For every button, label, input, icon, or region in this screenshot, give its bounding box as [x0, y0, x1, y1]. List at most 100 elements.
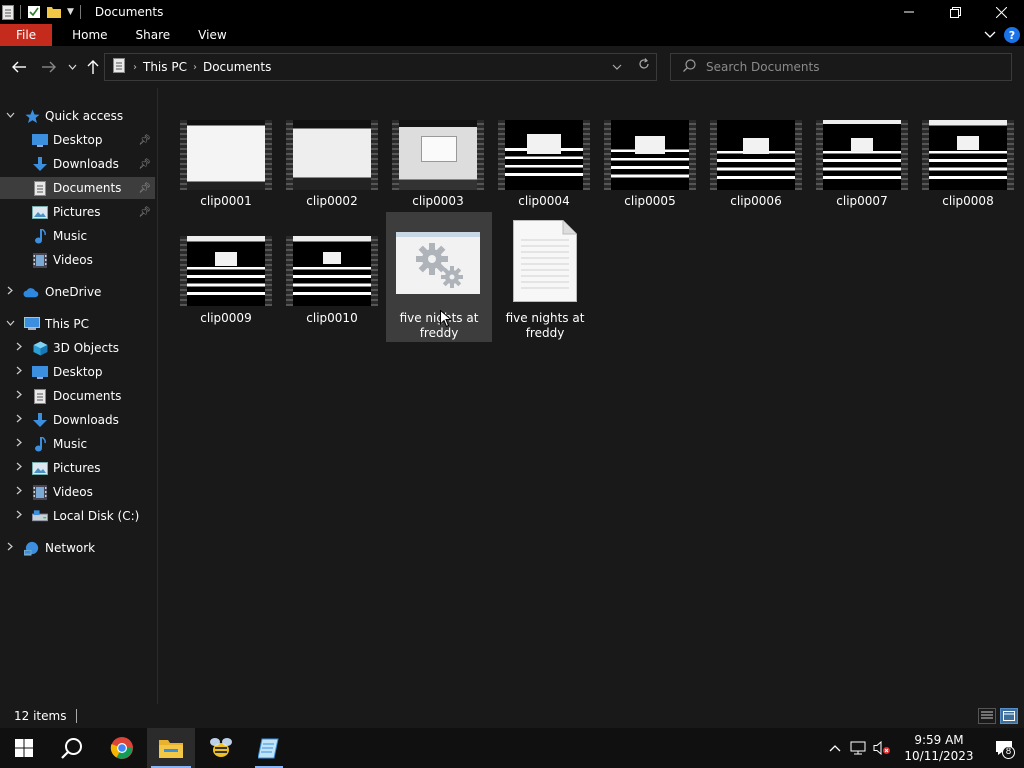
clock[interactable]: 9:59 AM 10/11/2023: [904, 732, 974, 764]
document-app-icon[interactable]: [2, 4, 14, 20]
search-taskbar-button[interactable]: [48, 728, 96, 768]
breadcrumb-chevron-icon[interactable]: ›: [193, 62, 197, 73]
file-name: five nights at freddy: [399, 311, 479, 340]
pin-icon[interactable]: 📌︎: [138, 135, 151, 146]
nav-network[interactable]: Network: [0, 537, 155, 559]
expand-chevron-icon[interactable]: [14, 342, 24, 354]
restore-button[interactable]: [932, 0, 978, 24]
expand-chevron-icon[interactable]: [5, 286, 15, 298]
chrome-icon: [110, 737, 133, 759]
large-icons-view-button[interactable]: [1000, 708, 1018, 724]
refresh-icon[interactable]: [638, 58, 650, 73]
volume-muted-icon[interactable]: [870, 741, 894, 755]
nav-quick-pictures[interactable]: Pictures 📌︎: [0, 201, 155, 223]
file-name: clip0004: [518, 194, 570, 208]
tab-view[interactable]: View: [184, 24, 240, 46]
details-view-button[interactable]: [978, 708, 996, 724]
nav-quick-desktop[interactable]: Desktop 📌︎: [0, 129, 155, 151]
file-tile-clip0003[interactable]: clip0003: [385, 114, 491, 214]
item-count: 12 items: [14, 709, 67, 723]
recent-locations-chevron-icon[interactable]: [63, 58, 81, 76]
close-button[interactable]: [978, 0, 1024, 24]
expand-chevron-icon[interactable]: [14, 462, 24, 474]
expand-chevron-icon[interactable]: [14, 486, 24, 498]
nav-pc-3d-objects[interactable]: 3D Objects: [0, 337, 155, 359]
windows-logo-icon: [15, 739, 33, 757]
file-tile-clip0008[interactable]: clip0008: [915, 114, 1021, 214]
nav-pc-desktop[interactable]: Desktop: [0, 361, 155, 383]
file-tile-clip0010[interactable]: clip0010: [279, 230, 385, 342]
file-tile-clip0006[interactable]: clip0006: [703, 114, 809, 214]
file-tile-text-document[interactable]: five nights at freddy: [492, 212, 598, 342]
search-box[interactable]: [670, 53, 1012, 81]
customize-toolbar-chevron-icon[interactable]: ▼: [67, 7, 74, 17]
download-arrow-icon: [32, 412, 48, 428]
help-icon[interactable]: ?: [1004, 27, 1020, 43]
expand-chevron-icon[interactable]: [14, 510, 24, 522]
properties-icon[interactable]: [27, 5, 41, 19]
nav-pc-documents[interactable]: Documents: [0, 385, 155, 407]
action-center-button[interactable]: 8: [984, 728, 1024, 768]
search-input[interactable]: [706, 60, 986, 74]
nav-pc-videos[interactable]: Videos: [0, 481, 155, 503]
nav-onedrive[interactable]: OneDrive: [0, 281, 155, 303]
chrome-taskbar-button[interactable]: [98, 728, 146, 768]
mouse-cursor-icon: [440, 310, 452, 328]
expand-chevron-icon[interactable]: [14, 390, 24, 402]
video-thumbnail: [604, 120, 696, 190]
nav-pc-music[interactable]: Music: [0, 433, 155, 455]
nav-quick-music[interactable]: Music: [0, 225, 155, 247]
expand-chevron-icon[interactable]: [5, 542, 15, 554]
forward-button[interactable]: [40, 58, 58, 76]
collapse-chevron-icon[interactable]: [5, 111, 15, 121]
expand-chevron-icon[interactable]: [14, 438, 24, 450]
file-tile-clip0005[interactable]: clip0005: [597, 114, 703, 214]
file-tile-clip0009[interactable]: clip0009: [173, 230, 279, 342]
minimize-button[interactable]: [886, 0, 932, 24]
nav-pc-downloads[interactable]: Downloads: [0, 409, 155, 431]
nav-quick-access[interactable]: Quick access: [0, 105, 155, 127]
documents-location-icon: [113, 58, 125, 76]
nav-pc-pictures[interactable]: Pictures: [0, 457, 155, 479]
pin-icon[interactable]: 📌︎: [138, 183, 151, 194]
expand-chevron-icon[interactable]: [14, 366, 24, 378]
file-tile-clip0002[interactable]: clip0002: [279, 114, 385, 214]
document-icon: [32, 180, 48, 196]
new-folder-icon[interactable]: [47, 6, 61, 18]
nav-quick-downloads[interactable]: Downloads 📌︎: [0, 153, 155, 175]
breadcrumb-chevron-icon[interactable]: ›: [133, 62, 137, 73]
video-thumbnail: [710, 120, 802, 190]
address-history-chevron-icon[interactable]: [612, 59, 622, 73]
file-name: clip0006: [730, 194, 782, 208]
file-explorer-taskbar-button[interactable]: [147, 728, 195, 768]
expand-ribbon-chevron-icon[interactable]: [984, 28, 996, 42]
show-hidden-icons-chevron-icon[interactable]: [824, 744, 846, 752]
nav-quick-videos[interactable]: Videos: [0, 249, 155, 271]
notepad-taskbar-button[interactable]: [245, 728, 293, 768]
tab-file[interactable]: File: [0, 24, 53, 46]
nav-quick-documents[interactable]: Documents 📌︎: [0, 177, 155, 199]
file-tile-clip0001[interactable]: clip0001: [173, 114, 279, 214]
tab-home[interactable]: Home: [58, 24, 121, 46]
file-tile-clip0007[interactable]: clip0007: [809, 114, 915, 214]
address-bar[interactable]: › This PC › Documents: [104, 53, 657, 81]
notepad-icon: [258, 738, 279, 759]
file-tile-application[interactable]: five nights at freddy: [386, 212, 492, 342]
pin-icon[interactable]: 📌︎: [138, 159, 151, 170]
expand-chevron-icon[interactable]: [14, 414, 24, 426]
up-button[interactable]: [84, 58, 102, 76]
breadcrumb-documents[interactable]: Documents: [203, 60, 271, 74]
search-icon: [683, 59, 696, 75]
tab-share[interactable]: Share: [122, 24, 185, 46]
back-button[interactable]: [10, 58, 28, 76]
network-status-icon[interactable]: [846, 741, 870, 755]
film-strip-icon: [32, 252, 48, 268]
collapse-chevron-icon[interactable]: [5, 319, 15, 329]
breadcrumb-this-pc[interactable]: This PC: [143, 60, 187, 74]
nav-this-pc[interactable]: This PC: [0, 313, 155, 335]
nav-pc-local-disk[interactable]: Local Disk (C:): [0, 505, 155, 527]
start-button[interactable]: [0, 728, 48, 768]
file-tile-clip0004[interactable]: clip0004: [491, 114, 597, 214]
app-taskbar-button[interactable]: [197, 728, 245, 768]
pin-icon[interactable]: 📌︎: [138, 207, 151, 218]
